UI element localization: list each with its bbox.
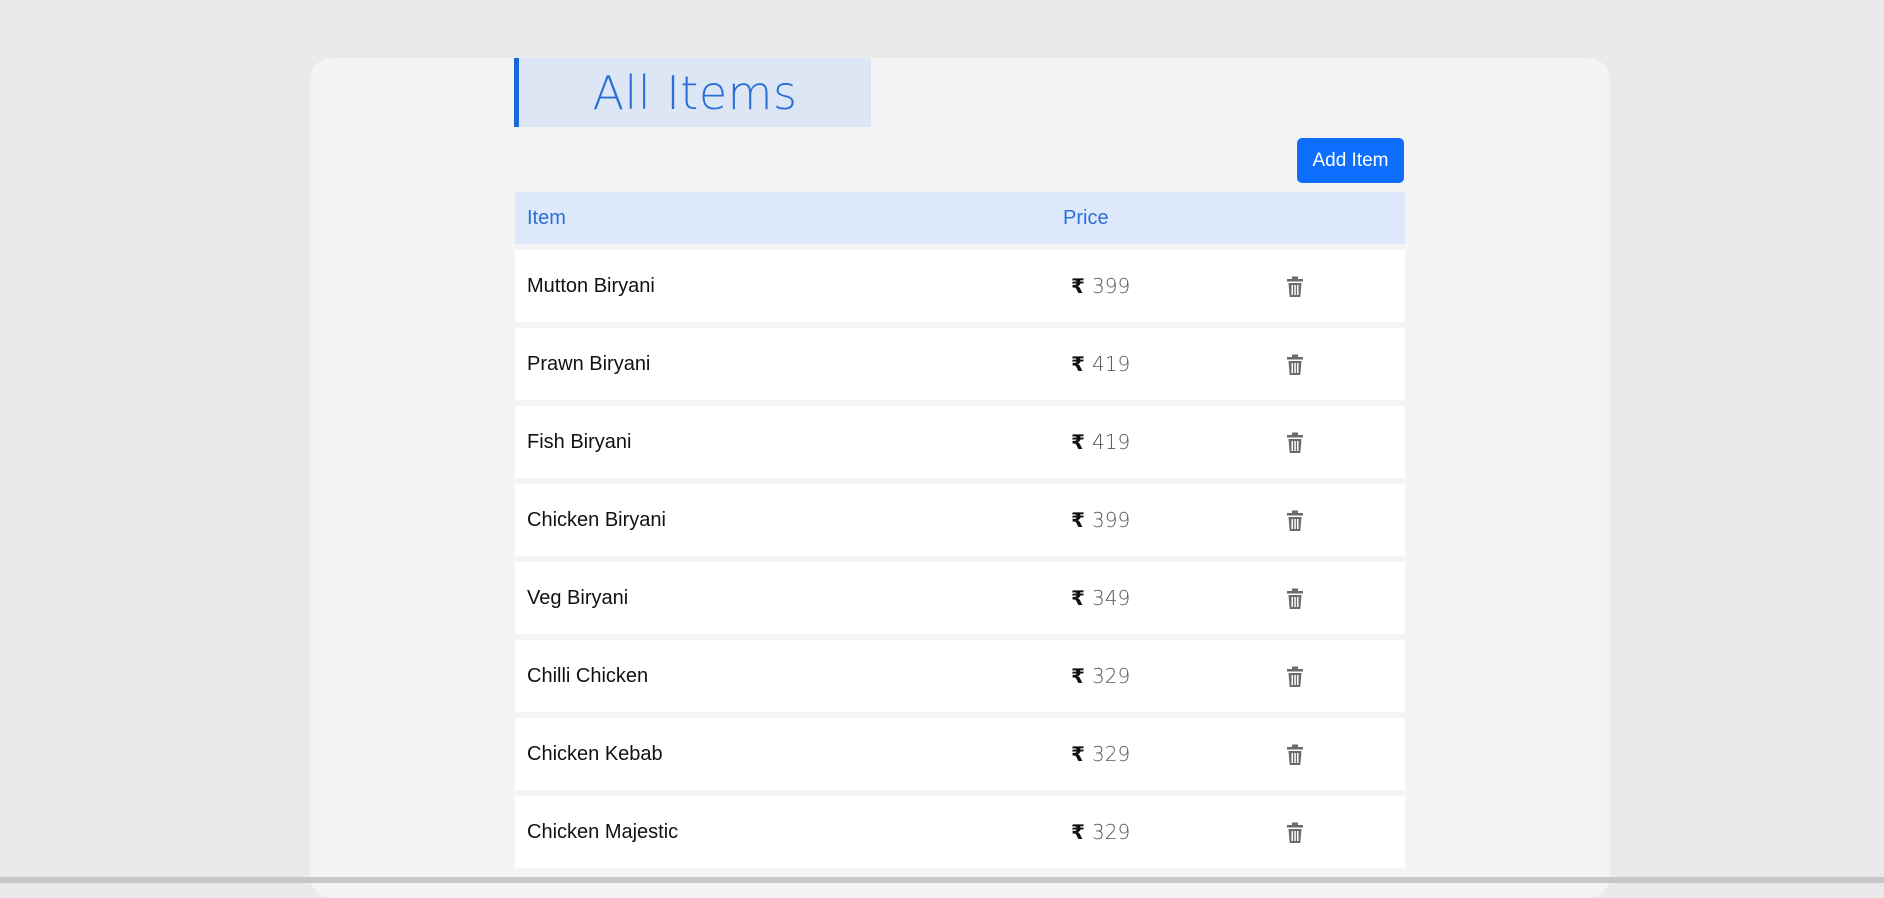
rupee-symbol: ₹ (1071, 508, 1085, 532)
item-price: 399 (1092, 508, 1131, 532)
item-price: 419 (1092, 352, 1131, 376)
rupee-symbol: ₹ (1071, 664, 1085, 688)
rupee-symbol: ₹ (1071, 742, 1085, 766)
item-name: Chicken Majestic (527, 821, 679, 843)
table-header: Item Price (515, 192, 1405, 244)
item-name: Veg Biryani (527, 587, 629, 609)
item-price: 419 (1092, 430, 1131, 454)
add-item-button[interactable]: Add Item (1297, 138, 1404, 183)
table-row: Chicken Biryani ₹ 399 (515, 484, 1405, 556)
item-name: Prawn Biryani (527, 353, 651, 375)
trash-icon[interactable] (1285, 276, 1305, 298)
column-header-item: Item (527, 207, 566, 229)
table-row: Veg Biryani ₹ 349 (515, 562, 1405, 634)
item-price: 349 (1092, 586, 1131, 610)
page-title: All Items (592, 65, 798, 120)
trash-icon[interactable] (1285, 744, 1305, 766)
table-row: Chilli Chicken ₹ 329 (515, 640, 1405, 712)
rupee-symbol: ₹ (1071, 352, 1085, 376)
item-name: Chilli Chicken (527, 665, 649, 687)
trash-icon[interactable] (1285, 822, 1305, 844)
horizontal-scrollbar[interactable] (0, 877, 1884, 883)
item-price: 329 (1092, 820, 1131, 844)
items-list: Mutton Biryani ₹ 399 Prawn Biryani ₹ 419… (515, 250, 1405, 874)
trash-icon[interactable] (1285, 510, 1305, 532)
item-name: Chicken Kebab (527, 743, 663, 765)
rupee-symbol: ₹ (1071, 430, 1085, 454)
item-name: Fish Biryani (527, 431, 632, 453)
rupee-symbol: ₹ (1071, 820, 1085, 844)
item-price: 329 (1092, 742, 1131, 766)
rupee-symbol: ₹ (1071, 586, 1085, 610)
item-price: 399 (1092, 274, 1131, 298)
trash-icon[interactable] (1285, 354, 1305, 376)
item-name: Mutton Biryani (527, 275, 655, 297)
trash-icon[interactable] (1285, 432, 1305, 454)
table-row: Chicken Majestic ₹ 329 (515, 796, 1405, 868)
table-row: Prawn Biryani ₹ 419 (515, 328, 1405, 400)
trash-icon[interactable] (1285, 588, 1305, 610)
item-name: Chicken Biryani (527, 509, 666, 531)
table-row: Mutton Biryani ₹ 399 (515, 250, 1405, 322)
trash-icon[interactable] (1285, 666, 1305, 688)
page-title-box: All Items (514, 58, 871, 127)
table-row: Fish Biryani ₹ 419 (515, 406, 1405, 478)
table-row: Chicken Kebab ₹ 329 (515, 718, 1405, 790)
column-header-price: Price (1063, 207, 1109, 229)
item-price: 329 (1092, 664, 1131, 688)
rupee-symbol: ₹ (1071, 274, 1085, 298)
